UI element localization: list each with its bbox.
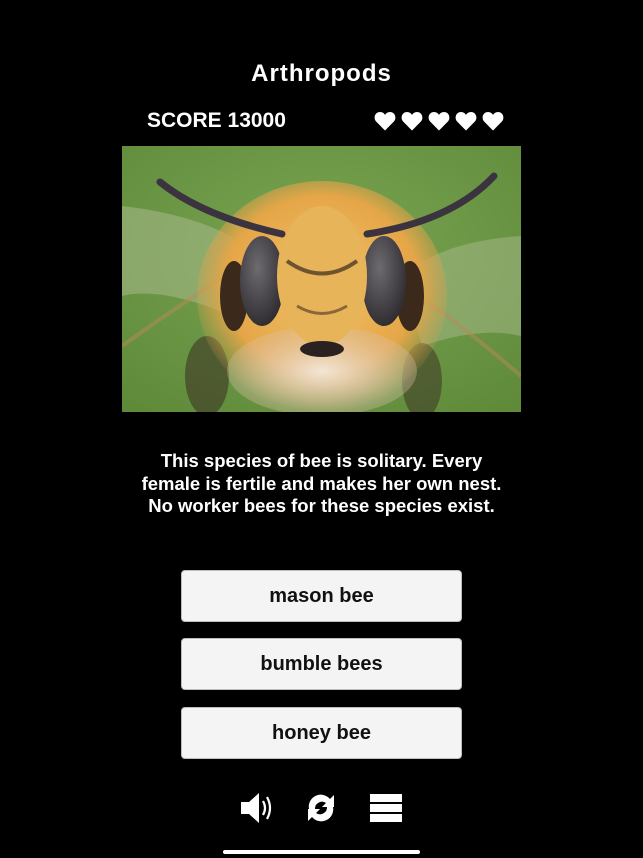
refresh-icon <box>308 794 334 822</box>
restart-button[interactable] <box>301 788 341 828</box>
sound-button[interactable] <box>238 788 278 828</box>
heart-icon <box>428 111 450 131</box>
score-display: SCORE 13000 <box>147 109 286 132</box>
answer-button[interactable]: bumble bees <box>181 638 462 690</box>
heart-icon <box>374 111 396 131</box>
answer-button[interactable]: mason bee <box>181 570 462 622</box>
lives-display <box>374 111 504 131</box>
heart-icon <box>455 111 477 131</box>
heart-icon <box>401 111 423 131</box>
heart-icon <box>482 111 504 131</box>
question-photo <box>122 146 521 412</box>
question-text: This species of bee is solitary. Every f… <box>141 450 502 516</box>
bottom-toolbar <box>0 788 643 828</box>
home-indicator[interactable] <box>223 850 420 854</box>
speaker-icon <box>241 793 272 823</box>
answer-button[interactable]: honey bee <box>181 707 462 759</box>
menu-button[interactable] <box>366 788 406 828</box>
menu-icon <box>370 794 402 822</box>
category-title: Arthropods <box>251 60 392 87</box>
